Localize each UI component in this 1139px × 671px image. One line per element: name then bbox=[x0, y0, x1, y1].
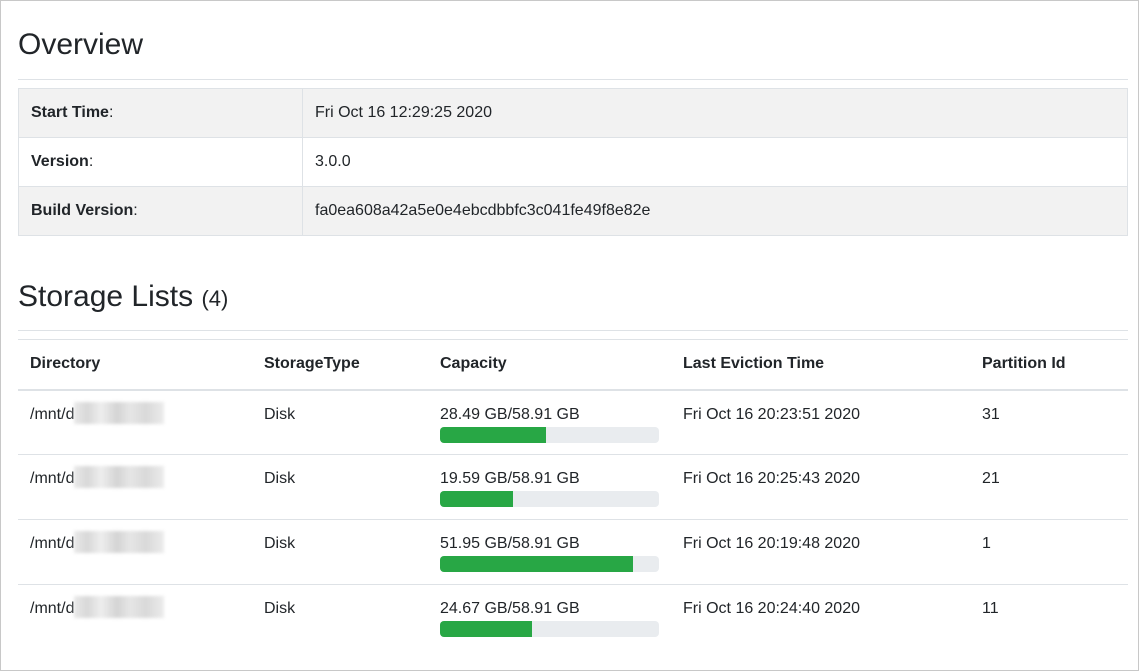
column-header-capacity: Capacity bbox=[428, 339, 671, 391]
storage-header-row: Directory StorageType Capacity Last Evic… bbox=[18, 339, 1128, 391]
table-row: /mnt/d Disk 51.95 GB/58.91 GB Fri Oct 16… bbox=[18, 519, 1128, 585]
capacity-progress-fill bbox=[440, 426, 546, 443]
capacity-progress bbox=[440, 621, 659, 637]
capacity-progress-fill bbox=[440, 621, 532, 637]
column-header-partition-id: Partition Id bbox=[970, 339, 1128, 391]
redacted-path bbox=[74, 401, 165, 424]
storage-count: (4) bbox=[201, 286, 229, 311]
table-row: /mnt/d Disk 28.49 GB/58.91 GB Fri Oct 16… bbox=[18, 390, 1128, 455]
storage-lists-label: Storage Lists bbox=[18, 280, 194, 313]
partition-id: 21 bbox=[970, 454, 1128, 520]
capacity-progress-fill bbox=[440, 491, 513, 507]
storage-divider bbox=[18, 330, 1128, 331]
partition-id: 31 bbox=[982, 405, 1000, 423]
capacity-text: 19.59 GB/58.91 GB bbox=[440, 470, 580, 487]
overview-key: Version bbox=[31, 153, 89, 170]
overview-value: 3.0.0 bbox=[302, 137, 1128, 187]
capacity-text: 28.49 GB/58.91 GB bbox=[440, 405, 580, 423]
capacity-text: 51.95 GB/58.91 GB bbox=[440, 535, 580, 552]
directory-path: /mnt/d bbox=[30, 600, 75, 617]
partition-id: 1 bbox=[970, 519, 1128, 585]
overview-key: Build Version bbox=[31, 202, 134, 219]
capacity-progress-fill bbox=[440, 556, 634, 572]
capacity-text: 24.67 GB/58.91 GB bbox=[440, 600, 580, 617]
redacted-path bbox=[74, 596, 165, 619]
storage-type: Disk bbox=[252, 519, 428, 585]
overview-key: Start Time bbox=[31, 104, 109, 121]
storage-type: Disk bbox=[252, 454, 428, 520]
directory-path: /mnt/d bbox=[30, 535, 75, 552]
overview-row-start-time: Start Time: Fri Oct 16 12:29:25 2020 bbox=[18, 88, 1128, 138]
overview-value: Fri Oct 16 12:29:25 2020 bbox=[302, 88, 1128, 138]
capacity-progress bbox=[440, 491, 659, 507]
last-eviction-time: Fri Oct 16 20:24:40 2020 bbox=[671, 584, 970, 650]
overview-row-version: Version: 3.0.0 bbox=[18, 137, 1128, 187]
last-eviction-time: Fri Oct 16 20:19:48 2020 bbox=[671, 519, 970, 585]
directory-path: /mnt/d bbox=[30, 470, 75, 487]
storage-table: Directory StorageType Capacity Last Evic… bbox=[18, 339, 1128, 650]
column-header-directory: Directory bbox=[18, 339, 252, 391]
column-header-storage-type: StorageType bbox=[252, 339, 428, 391]
redacted-path bbox=[74, 466, 165, 489]
storage-lists-title: Storage Lists (4) bbox=[18, 279, 228, 317]
overview-table: Start Time: Fri Oct 16 12:29:25 2020 Ver… bbox=[18, 88, 1128, 236]
overview-row-build-version: Build Version: fa0ea608a42a5e0e4ebcdbbfc… bbox=[18, 186, 1128, 236]
overview-divider bbox=[18, 79, 1128, 80]
last-eviction-time: Fri Oct 16 20:23:51 2020 bbox=[683, 405, 860, 423]
redacted-path bbox=[74, 531, 165, 554]
directory-path: /mnt/d bbox=[30, 405, 75, 423]
capacity-progress bbox=[440, 556, 659, 572]
page-frame: Overview Start Time: Fri Oct 16 12:29:25… bbox=[0, 0, 1139, 671]
partition-id: 11 bbox=[970, 584, 1128, 650]
last-eviction-time: Fri Oct 16 20:25:43 2020 bbox=[671, 454, 970, 520]
table-row: /mnt/d Disk 24.67 GB/58.91 GB Fri Oct 16… bbox=[18, 584, 1128, 650]
overview-title: Overview bbox=[18, 28, 144, 61]
table-row: /mnt/d Disk 19.59 GB/58.91 GB Fri Oct 16… bbox=[18, 454, 1128, 520]
storage-type: Disk bbox=[252, 584, 428, 650]
column-header-last-eviction-time: Last Eviction Time bbox=[671, 339, 970, 391]
overview-value: fa0ea608a42a5e0e4ebcdbbfc3c041fe49f8e82e bbox=[302, 186, 1128, 236]
capacity-progress bbox=[440, 426, 659, 443]
storage-type: Disk bbox=[264, 405, 296, 423]
